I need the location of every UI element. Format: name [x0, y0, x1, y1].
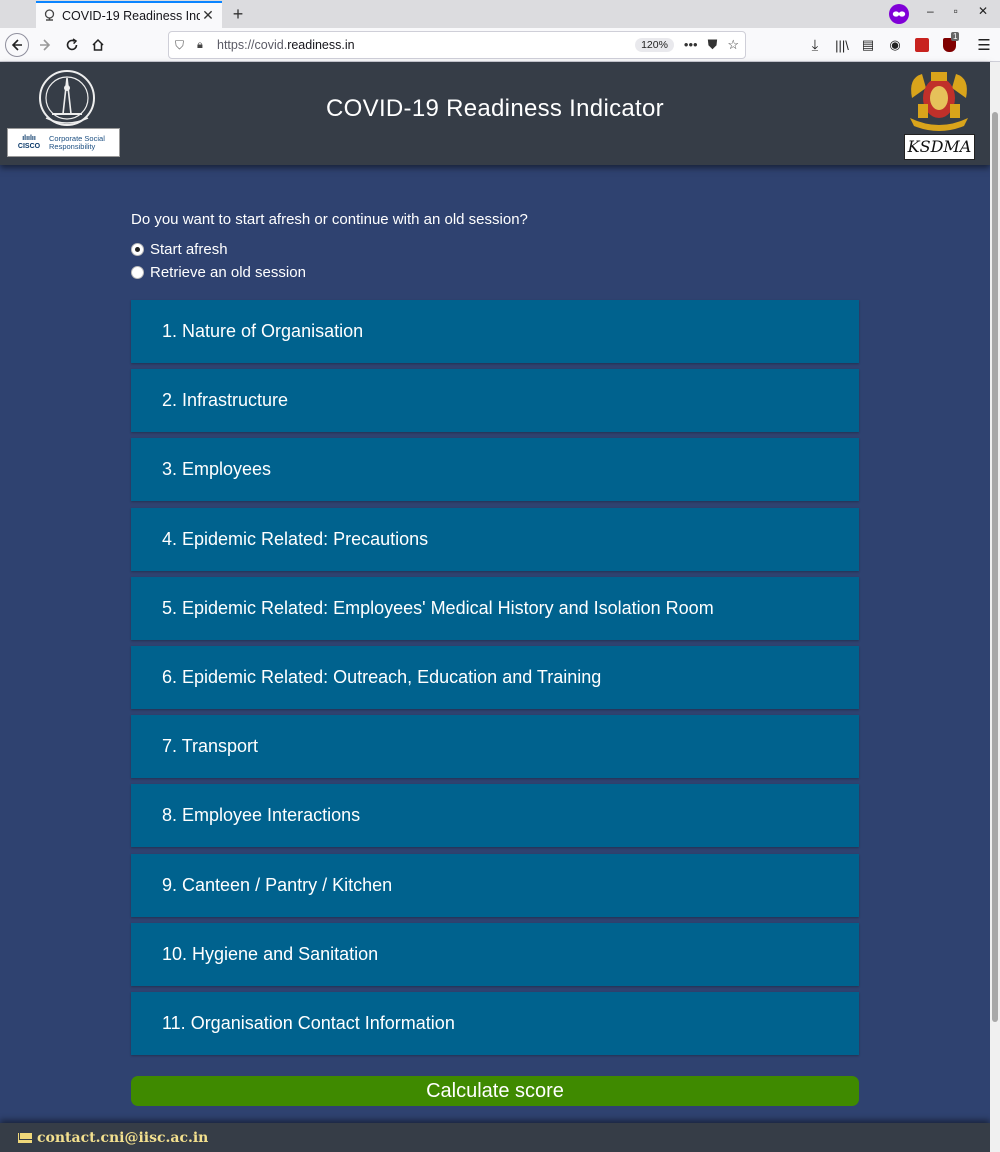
url-text: https://covid.readiness.in [217, 38, 355, 52]
calculate-score-button[interactable]: Calculate score [131, 1076, 859, 1106]
radio-button[interactable] [131, 266, 144, 279]
minimize-icon[interactable]: – [927, 4, 934, 18]
section-infrastructure[interactable]: 2. Infrastructure [131, 369, 859, 433]
section-medical-history[interactable]: 5. Epidemic Related: Employees' Medical … [131, 576, 859, 640]
section-contact-information[interactable]: 11. Organisation Contact Information [131, 991, 859, 1055]
section-precautions[interactable]: 4. Epidemic Related: Precautions [131, 507, 859, 571]
cisco-text-line2: Responsibility [49, 141, 96, 151]
private-browsing-icon [889, 4, 909, 24]
menu-icon[interactable]: ☰ [973, 34, 995, 56]
forward-icon[interactable] [34, 34, 56, 56]
lock-icon[interactable]: 🔒︎ [197, 39, 213, 52]
close-tab-icon[interactable]: ✕ [200, 7, 216, 24]
downloads-icon[interactable]: ⤓ [804, 34, 826, 56]
extension-badge: 1 [951, 32, 960, 41]
ksdma-label: KSDMA [904, 134, 975, 160]
page-title: COVID-19 Readiness Indicator [326, 95, 664, 122]
site-favicon-icon [42, 9, 56, 23]
section-outreach-training[interactable]: 6. Epidemic Related: Outreach, Education… [131, 645, 859, 709]
radio-label: Start afresh [150, 241, 228, 258]
cisco-logo-icon: ılıılıı cisco [17, 134, 41, 150]
extension-red-icon[interactable] [911, 34, 933, 56]
site-footer: contact.cni@iisc.ac.in [0, 1123, 990, 1152]
zoom-level-badge[interactable]: 120% [635, 38, 674, 52]
radio-start-afresh[interactable]: Start afresh [131, 241, 228, 258]
browser-tab[interactable]: COVID-19 Readiness Indi ✕ [36, 1, 222, 28]
section-canteen[interactable]: 9. Canteen / Pantry / Kitchen [131, 853, 859, 917]
session-question: Do you want to start afresh or continue … [131, 211, 528, 228]
browser-navbar: ⛉ 🔒︎ https://covid.readiness.in 120% •••… [0, 28, 1000, 62]
site-header: ılıılıı cisco Corporate Social Responsib… [0, 62, 990, 165]
pocket-icon[interactable]: ⛊ [708, 37, 718, 53]
radio-button-checked[interactable] [131, 243, 144, 256]
ublock-icon[interactable]: 1 [938, 32, 960, 56]
back-icon[interactable] [5, 33, 29, 57]
library-icon[interactable]: |||\ [831, 34, 853, 56]
new-tab-icon[interactable]: + [228, 3, 248, 25]
cisco-csr-logo: ılıılıı cisco Corporate Social Responsib… [7, 128, 120, 157]
tracking-shield-icon[interactable]: ⛉ [175, 38, 191, 53]
bookmark-star-icon[interactable]: ☆ [727, 37, 739, 53]
section-employee-interactions[interactable]: 8. Employee Interactions [131, 784, 859, 848]
tab-title: COVID-19 Readiness Indi [62, 8, 200, 23]
scrollbar-thumb[interactable] [992, 112, 998, 1022]
browser-tab-strip: COVID-19 Readiness Indi ✕ + – ▫ ✕ [0, 0, 1000, 28]
home-icon[interactable] [87, 34, 109, 56]
account-icon[interactable]: ◉ [884, 34, 906, 56]
radio-retrieve-session[interactable]: Retrieve an old session [131, 264, 306, 281]
envelope-icon [18, 1132, 32, 1143]
section-list: 1. Nature of Organisation 2. Infrastruct… [131, 300, 859, 1061]
sidebar-icon[interactable]: ▤ [857, 34, 879, 56]
karnataka-emblem-icon [910, 72, 968, 131]
radio-label: Retrieve an old session [150, 264, 306, 281]
maximize-icon[interactable]: ▫ [954, 4, 958, 18]
close-window-icon[interactable]: ✕ [978, 4, 988, 18]
section-employees[interactable]: 3. Employees [131, 438, 859, 502]
section-hygiene[interactable]: 10. Hygiene and Sanitation [131, 922, 859, 986]
reload-icon[interactable] [61, 34, 83, 56]
section-transport[interactable]: 7. Transport [131, 715, 859, 779]
page-scrollbar[interactable] [990, 62, 1000, 1152]
contact-email-link[interactable]: contact.cni@iisc.ac.in [37, 1130, 208, 1146]
section-nature-of-organisation[interactable]: 1. Nature of Organisation [131, 300, 859, 363]
url-bar[interactable]: ⛉ 🔒︎ https://covid.readiness.in 120% •••… [168, 31, 746, 59]
page-actions-icon[interactable]: ••• [684, 37, 698, 53]
